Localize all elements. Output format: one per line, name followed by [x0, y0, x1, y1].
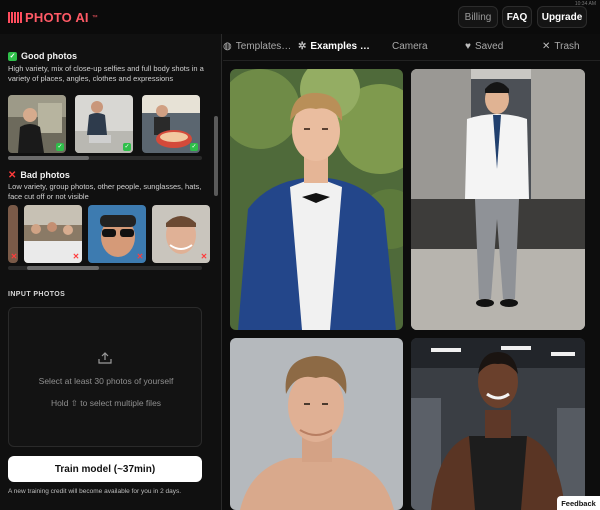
- good-photos-heading: ✓ Good photos: [8, 51, 77, 61]
- approved-badge-icon: ✓: [123, 143, 131, 151]
- logo[interactable]: PHOTO AI ™: [8, 10, 98, 25]
- bad-example-photo: ✕: [88, 205, 146, 263]
- input-photos-title: INPUT PHOTOS: [8, 291, 66, 298]
- good-example-photo: ✓: [8, 95, 66, 153]
- photo-upload-dropzone[interactable]: Select at least 30 photos of yourself Ho…: [8, 307, 202, 447]
- upload-hint: Hold ⇧ to select multiple files: [50, 398, 162, 408]
- sparkle-icon: ✲: [298, 41, 307, 52]
- system-clock: 10:34 AM: [574, 1, 596, 7]
- x-icon: ✕: [542, 41, 551, 52]
- bad-example-photo: ✕: [24, 205, 82, 263]
- tab-trash[interactable]: ✕ Trash: [542, 41, 580, 52]
- approved-badge-icon: ✓: [190, 143, 198, 151]
- tab-templates[interactable]: ◍ Templates…: [223, 41, 291, 52]
- upload-instruction: Select at least 30 photos of yourself: [38, 376, 174, 386]
- example-photo-gym[interactable]: [411, 338, 585, 510]
- heart-icon: ♥: [465, 41, 471, 52]
- example-photo-blue-suit[interactable]: [230, 69, 403, 330]
- bad-photos-title: Bad photos: [20, 170, 70, 180]
- good-photos-description: High variety, mix of close-up selfies an…: [8, 64, 204, 83]
- cross-icon: ✕: [8, 169, 17, 181]
- globe-icon: ◍: [223, 41, 232, 52]
- tab-camera[interactable]: Camera: [392, 41, 428, 52]
- logo-trademark: ™: [91, 14, 98, 21]
- bad-photos-heading: ✕ Bad photos: [8, 170, 70, 180]
- rejected-badge-icon: ✕: [10, 252, 18, 261]
- billing-button[interactable]: Billing: [458, 6, 498, 28]
- bad-example-photo: ✕: [152, 205, 210, 263]
- rejected-badge-icon: ✕: [72, 252, 80, 261]
- panel-scrollbar[interactable]: [214, 116, 218, 196]
- train-model-button[interactable]: Train model (~37min): [8, 456, 202, 482]
- top-bar: PHOTO AI ™ Billing FAQ Upgrade 10:34 AM: [0, 0, 600, 34]
- bad-example-photo: ✕: [8, 205, 18, 263]
- rejected-badge-icon: ✕: [136, 252, 144, 261]
- upgrade-button[interactable]: Upgrade: [537, 6, 587, 28]
- bad-photos-description: Low variety, group photos, other people,…: [8, 182, 202, 201]
- tab-examples[interactable]: ✲ Examples …: [298, 41, 370, 52]
- upload-icon: [98, 352, 112, 364]
- good-example-photo: ✓: [142, 95, 200, 153]
- example-photo-shirtless-portrait[interactable]: [230, 338, 403, 510]
- feedback-button[interactable]: Feedback: [557, 496, 600, 510]
- training-panel: ✓ Good photos High variety, mix of close…: [0, 34, 222, 510]
- logo-bars-icon: [8, 12, 22, 23]
- bad-photos-scrollbar[interactable]: [8, 266, 202, 270]
- good-example-photo: ✓: [75, 95, 133, 153]
- logo-text: PHOTO AI: [25, 10, 89, 25]
- bad-photos-examples[interactable]: ✕ ✕ ✕ ✕: [8, 205, 210, 263]
- example-photo-white-suit[interactable]: [411, 69, 585, 330]
- tab-saved[interactable]: ♥ Saved: [465, 41, 503, 52]
- approved-badge-icon: ✓: [56, 143, 64, 151]
- good-photos-scroll-thumb[interactable]: [8, 156, 90, 160]
- good-photos-title: Good photos: [21, 51, 77, 61]
- rejected-badge-icon: ✕: [200, 252, 208, 261]
- training-credit-note: A new training credit will become availa…: [8, 488, 182, 495]
- good-photos-examples[interactable]: ✓ ✓ ✓: [8, 95, 200, 153]
- gallery-tabs: ◍ Templates… ✲ Examples … Camera ♥ Saved…: [223, 34, 600, 61]
- faq-button[interactable]: FAQ: [502, 6, 532, 28]
- check-icon: ✓: [8, 51, 17, 61]
- bad-photos-scroll-thumb[interactable]: [27, 266, 100, 270]
- good-photos-scrollbar[interactable]: [8, 156, 202, 160]
